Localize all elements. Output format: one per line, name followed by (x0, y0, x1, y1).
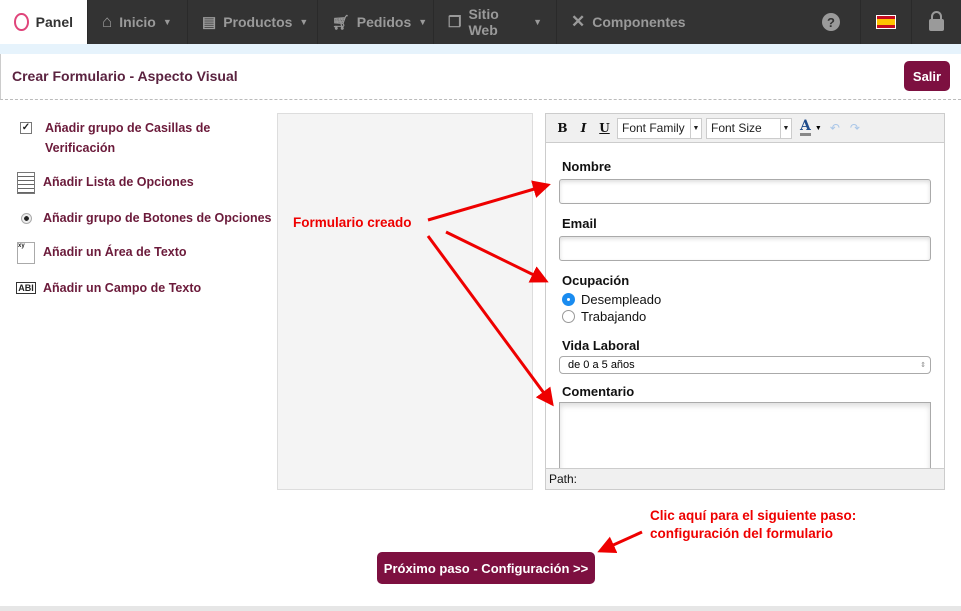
arrow-to-next (597, 530, 643, 554)
arrow-to-nombre (427, 180, 551, 222)
arrow-to-ocupacion (445, 230, 549, 283)
arrow-to-comentario (426, 235, 554, 407)
footer-bar (0, 606, 961, 611)
annotation-arrows (426, 180, 643, 554)
next-step-button[interactable]: Próximo paso - Configuración >> (377, 552, 595, 584)
